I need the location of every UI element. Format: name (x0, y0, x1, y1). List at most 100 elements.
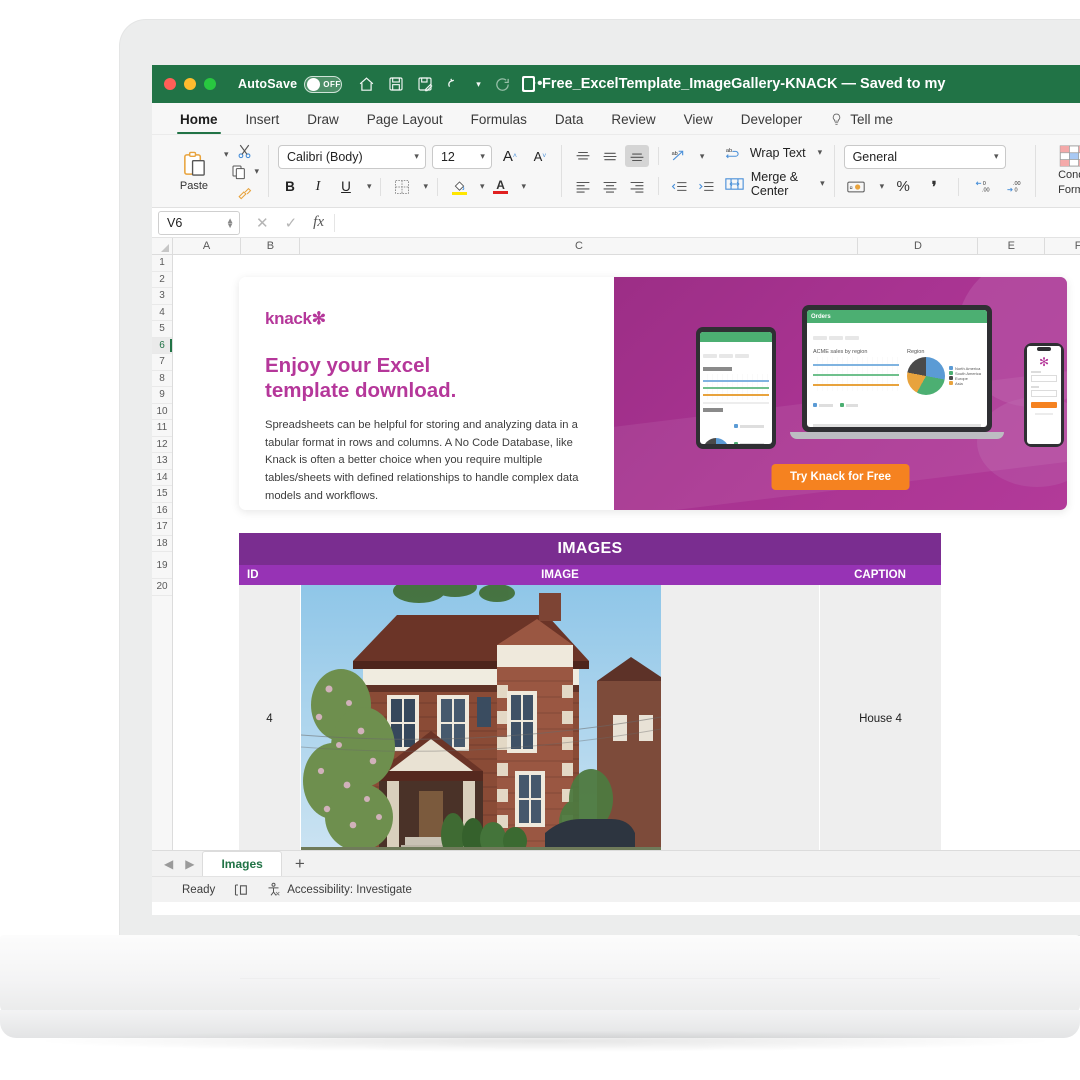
text-orientation-icon[interactable]: ab (668, 145, 692, 167)
tab-draw[interactable]: Draw (293, 112, 353, 134)
tab-page-layout[interactable]: Page Layout (353, 112, 457, 134)
underline-button[interactable]: U (334, 176, 358, 198)
wrap-text-dropdown-icon[interactable]: ▾ (818, 147, 823, 158)
row-header-3[interactable]: 3 (152, 288, 172, 305)
tab-insert[interactable]: Insert (232, 112, 294, 134)
tell-me-search[interactable]: Tell me (816, 112, 903, 134)
row-header-6[interactable]: 6 (152, 338, 172, 355)
cancel-formula-icon[interactable]: ✕ (256, 214, 269, 232)
minimize-window-button[interactable] (184, 78, 196, 90)
row-header-18[interactable]: 18 (152, 536, 172, 553)
align-bottom-icon[interactable] (625, 145, 649, 167)
column-header-c[interactable]: C (300, 238, 858, 254)
row-header-15[interactable]: 15 (152, 486, 172, 503)
borders-dropdown-icon[interactable]: ▾ (423, 181, 428, 192)
copy-dropdown-icon[interactable]: ▾ (255, 166, 260, 177)
undo-dropdown-icon[interactable]: ▾ (476, 79, 481, 90)
orientation-dropdown-icon[interactable]: ▾ (700, 151, 705, 162)
quick-access-toolbar[interactable]: ▾ ••• (358, 76, 543, 93)
redo-icon[interactable] (494, 76, 511, 93)
try-knack-cta-button[interactable]: Try Knack for Free (771, 464, 910, 490)
italic-button[interactable]: I (306, 176, 330, 198)
merge-center-dropdown-icon[interactable]: ▾ (820, 178, 825, 189)
ribbon-tab-strip[interactable]: Home Insert Draw Page Layout Formulas Da… (152, 103, 1080, 135)
row-header-4[interactable]: 4 (152, 305, 172, 322)
row-header-12[interactable]: 12 (152, 437, 172, 454)
maximize-window-button[interactable] (204, 78, 216, 90)
increase-font-size-button[interactable]: A˄ (498, 146, 522, 168)
column-header-d[interactable]: D (858, 238, 978, 254)
row-header-1[interactable]: 1 (152, 255, 172, 272)
align-left-icon[interactable] (571, 175, 595, 197)
tab-formulas[interactable]: Formulas (457, 112, 541, 134)
paste-dropdown-icon[interactable]: ▾ (224, 149, 229, 160)
row-header-2[interactable]: 2 (152, 272, 172, 289)
align-middle-icon[interactable] (598, 145, 622, 167)
accept-formula-icon[interactable]: ✓ (285, 214, 298, 232)
row-header-14[interactable]: 14 (152, 470, 172, 487)
sheet-tab-images[interactable]: Images (202, 851, 281, 876)
autosave-control[interactable]: AutoSave OFF (238, 76, 342, 93)
number-format-select[interactable]: General ▾ (844, 145, 1006, 169)
save-as-icon[interactable] (417, 76, 433, 92)
home-icon[interactable] (358, 76, 375, 93)
previous-sheet-icon[interactable]: ◀ (160, 857, 177, 871)
row-header-19[interactable]: 19 (152, 552, 172, 579)
increase-indent-icon[interactable] (695, 175, 719, 197)
align-top-icon[interactable] (571, 145, 595, 167)
save-icon[interactable] (388, 76, 404, 92)
formula-input[interactable] (334, 214, 1080, 232)
accounting-format-icon[interactable]: ¤ (844, 176, 868, 198)
close-window-button[interactable] (164, 78, 176, 90)
underline-dropdown-icon[interactable]: ▾ (367, 181, 372, 192)
align-center-icon[interactable] (598, 175, 622, 197)
format-painter-icon[interactable] (236, 184, 253, 200)
row-header-13[interactable]: 13 (152, 453, 172, 470)
row-header-16[interactable]: 16 (152, 503, 172, 520)
decrease-font-size-button[interactable]: A˅ (528, 146, 552, 168)
row-header-20[interactable]: 20 (152, 579, 172, 596)
fill-color-icon[interactable] (447, 176, 471, 198)
row-header-8[interactable]: 8 (152, 371, 172, 388)
autosave-toggle[interactable]: OFF (304, 76, 342, 93)
name-box[interactable]: V6 ▲▼ (158, 211, 240, 235)
accounting-dropdown-icon[interactable]: ▾ (880, 181, 885, 192)
row-header-5[interactable]: 5 (152, 321, 172, 338)
bold-button[interactable]: B (278, 176, 302, 198)
tab-view[interactable]: View (670, 112, 727, 134)
row-header-11[interactable]: 11 (152, 420, 172, 437)
comma-style-button[interactable]: ❜ (922, 176, 946, 198)
cut-icon[interactable] (236, 143, 253, 160)
tab-review[interactable]: Review (597, 112, 669, 134)
column-header-a[interactable]: A (173, 238, 242, 254)
conditional-formatting-button[interactable]: Condit Forma (1045, 145, 1080, 196)
copy-control[interactable]: ▾ (231, 164, 260, 180)
insert-function-icon[interactable]: fx (313, 214, 324, 231)
merge-center-button[interactable]: Merge & Center ▾ (725, 170, 825, 198)
next-sheet-icon[interactable]: ▶ (181, 857, 198, 871)
font-color-icon[interactable]: A (489, 176, 513, 198)
decrease-decimal-icon[interactable]: .000 (1002, 176, 1026, 198)
decrease-indent-icon[interactable] (668, 175, 692, 197)
wrap-text-button[interactable]: ab Wrap Text ▾ (725, 145, 825, 161)
name-box-spinner[interactable]: ▲▼ (226, 218, 234, 228)
page-layout-icon[interactable] (233, 883, 248, 897)
fill-color-dropdown-icon[interactable]: ▾ (480, 181, 485, 192)
font-color-dropdown-icon[interactable]: ▾ (522, 181, 527, 192)
font-size-select[interactable]: 12 ▾ (432, 145, 492, 169)
row-header-10[interactable]: 10 (152, 404, 172, 421)
accessibility-checker[interactable]: Accessibility: Investigate (266, 882, 412, 897)
column-header-f[interactable]: F (1045, 238, 1080, 254)
table-row[interactable]: 4 (239, 585, 941, 850)
traffic-lights[interactable] (164, 78, 216, 90)
increase-decimal-icon[interactable]: 0.00 (971, 176, 995, 198)
add-sheet-button[interactable]: + (286, 854, 314, 874)
tab-developer[interactable]: Developer (727, 112, 817, 134)
tab-home[interactable]: Home (166, 112, 232, 134)
tab-data[interactable]: Data (541, 112, 598, 134)
font-family-select[interactable]: Calibri (Body) ▾ (278, 145, 426, 169)
align-right-icon[interactable] (625, 175, 649, 197)
paste-button[interactable]: Paste (169, 151, 219, 192)
column-header-b[interactable]: B (241, 238, 300, 254)
column-header-e[interactable]: E (978, 238, 1045, 254)
